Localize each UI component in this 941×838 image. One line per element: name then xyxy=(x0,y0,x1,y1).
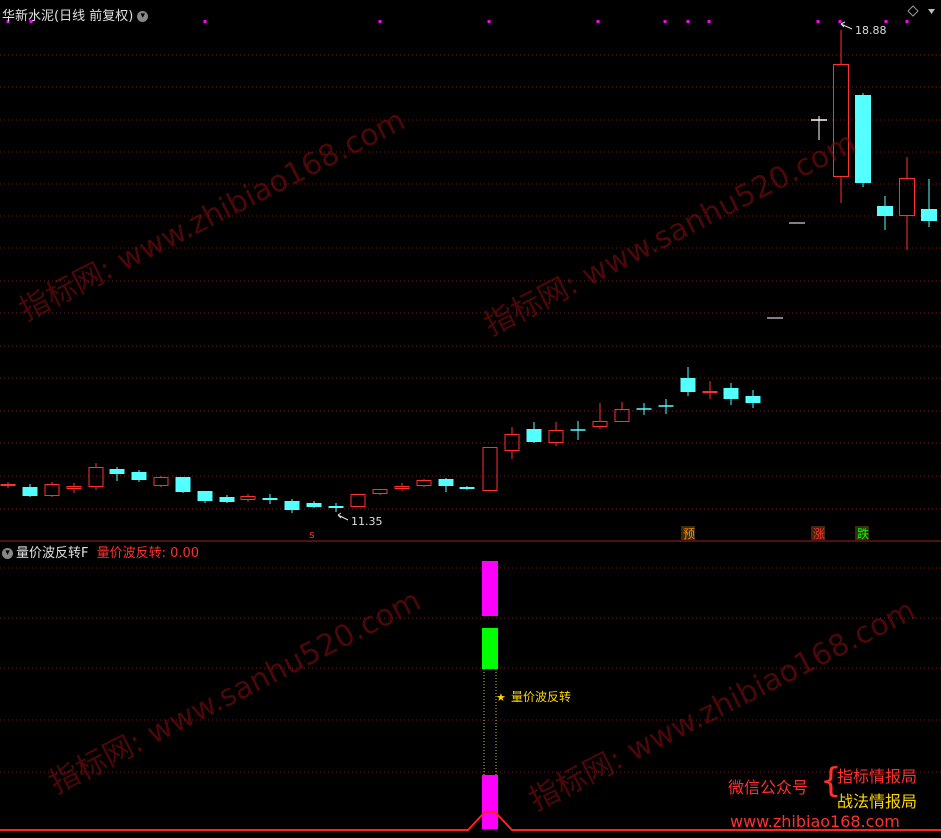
signal-dot xyxy=(487,20,491,23)
signal-dot xyxy=(663,20,667,23)
candle-body xyxy=(284,501,300,510)
candle-body xyxy=(855,95,871,183)
signal-marker: 预 xyxy=(683,527,695,541)
candle-body xyxy=(877,206,893,216)
candle-body xyxy=(459,487,475,489)
candle-body xyxy=(88,467,104,487)
candle-body xyxy=(197,491,213,501)
main-panel-header: 华新水泥(日线 前复权) ▾ xyxy=(2,5,149,24)
candle-body xyxy=(921,209,937,221)
candle-body xyxy=(702,391,718,393)
candle-body xyxy=(66,486,82,489)
low-price-label: 11.35 xyxy=(351,515,383,528)
low-arrow xyxy=(337,512,349,521)
signal-dot xyxy=(203,20,207,23)
signal-dot xyxy=(838,20,842,23)
diamond-icon xyxy=(907,5,919,17)
indicator-value: 量价波反转: 0.00 xyxy=(96,546,200,561)
indicator-bar xyxy=(482,628,498,669)
wechat-label: 微信公众号 xyxy=(728,778,809,797)
brand-line-2: 战法情报局 xyxy=(837,792,918,811)
stock-title: 华新水泥(日线 前复权) xyxy=(2,9,134,24)
candle-body xyxy=(614,409,630,422)
candle-body xyxy=(526,429,542,442)
candle-body xyxy=(153,477,169,486)
indicator-annotation: 量价波反转 xyxy=(511,689,571,704)
chart-stage: 18.88 11.35 s 预涨跌 ★ 量价波反转 华新水泥(日线 前复权) ▾ ▾ 量价波反… xyxy=(0,0,941,838)
signal-dot xyxy=(816,20,820,23)
candle-body xyxy=(44,484,60,496)
signal-dot xyxy=(378,20,382,23)
candle-body xyxy=(592,421,608,427)
candle-body xyxy=(745,396,761,403)
triangle-icon xyxy=(928,9,935,14)
candle-body xyxy=(262,498,278,500)
brand-url: www.zhibiao168.com xyxy=(730,812,900,831)
indicator-bar xyxy=(482,775,498,829)
signal-marker: s xyxy=(309,528,315,541)
high-price-label: 18.88 xyxy=(855,24,887,37)
brand-line-1: 指标情报局 xyxy=(837,767,918,786)
candle-body xyxy=(306,503,322,507)
candle-body xyxy=(175,477,191,492)
signal-dot xyxy=(686,20,690,23)
signal-dot xyxy=(884,20,888,23)
star-icon: ★ xyxy=(496,691,506,704)
signal-dot xyxy=(596,20,600,23)
signal-marker: 跌 xyxy=(857,526,869,541)
candle-body xyxy=(219,497,235,502)
signal-dot xyxy=(905,20,909,23)
candle-body xyxy=(0,484,16,486)
indicator-panel-header: ▾ 量价波反转F 量价波反转: 0.00 xyxy=(2,542,199,561)
candle-body xyxy=(328,506,344,508)
candle-body xyxy=(438,479,454,486)
chevron-down-icon[interactable]: ▾ xyxy=(2,548,13,559)
candle-body xyxy=(680,378,696,392)
candle-body xyxy=(131,472,147,480)
candle-body xyxy=(394,486,410,489)
candle-body xyxy=(22,487,38,496)
candle-body xyxy=(482,447,498,491)
candle-body xyxy=(109,469,125,474)
indicator-name: 量价波反转F xyxy=(16,546,89,561)
candle-body xyxy=(416,480,432,486)
high-arrow xyxy=(840,21,853,30)
signal-dot xyxy=(707,20,711,23)
candle-body xyxy=(372,489,388,494)
chevron-down-icon[interactable]: ▾ xyxy=(137,11,149,22)
candle-body xyxy=(240,496,256,500)
candle-body xyxy=(350,494,366,507)
indicator-bar xyxy=(482,561,498,616)
candle-body xyxy=(548,430,564,443)
signal-marker: 涨 xyxy=(813,526,825,541)
candle-body xyxy=(723,388,739,399)
